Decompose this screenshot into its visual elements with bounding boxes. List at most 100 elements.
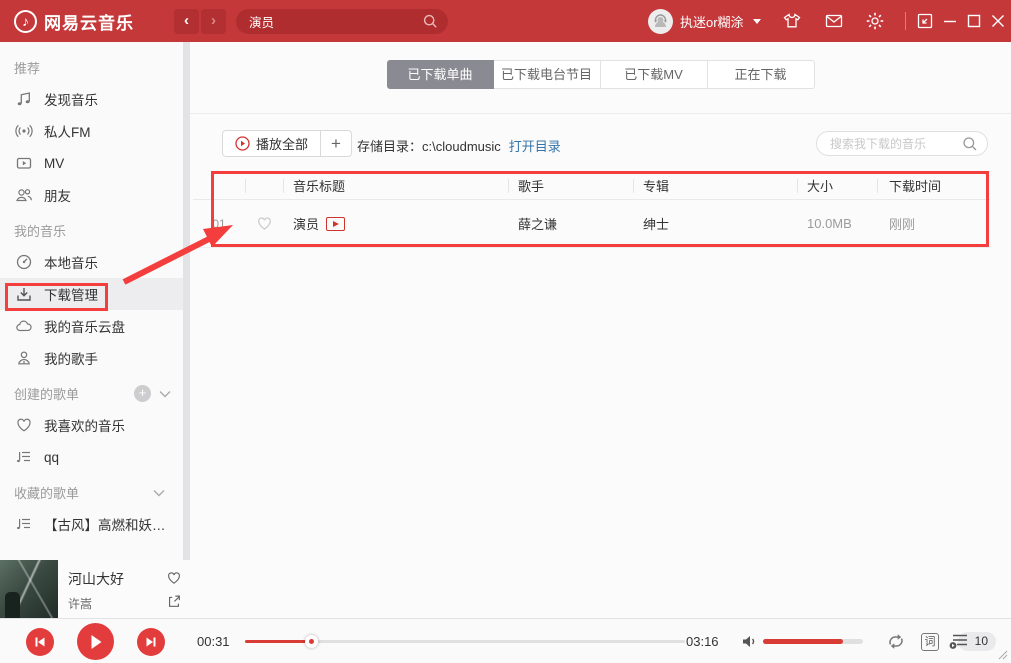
mail-icon[interactable]: [824, 11, 844, 31]
share-icon[interactable]: [166, 593, 182, 609]
play-all-label: 播放全部: [256, 134, 308, 153]
tab-downloaded-mv[interactable]: 已下载MV: [601, 60, 708, 89]
app-logo[interactable]: ♪ 网易云音乐: [14, 9, 174, 34]
section-label: 推荐: [14, 58, 40, 77]
titlebar-divider: [905, 12, 906, 30]
logo-icon: ♪: [14, 10, 37, 33]
tab-downloaded-radio[interactable]: 已下载电台节目: [494, 60, 601, 89]
sidebar-item-label: 我的歌手: [44, 348, 98, 368]
sidebar-item-label: 我喜欢的音乐: [44, 415, 125, 435]
sidebar-item-discover[interactable]: 发现音乐: [0, 83, 183, 115]
chevron-down-icon[interactable]: [153, 489, 165, 497]
add-playlist-icon[interactable]: +: [134, 385, 151, 402]
titlebar: ♪ 网易云音乐 ‹ › 执迷or糊涂: [0, 0, 1011, 42]
now-playing-panel[interactable]: 河山大好 许嵩: [0, 560, 190, 618]
download-time: 刚刚: [877, 214, 990, 233]
storage-label: 存储目录：: [357, 139, 422, 154]
sidebar-item-liked-music[interactable]: 我喜欢的音乐: [0, 409, 183, 441]
sidebar-section-collected-playlists: 收藏的歌单: [0, 473, 183, 508]
theme-icon[interactable]: [782, 11, 802, 31]
volume-icon[interactable]: [740, 632, 759, 651]
download-search[interactable]: [816, 131, 988, 156]
song-artist[interactable]: 薛之谦: [508, 214, 633, 233]
like-icon[interactable]: [256, 215, 273, 232]
close-icon[interactable]: [989, 12, 1007, 30]
play-all-group: 播放全部 +: [222, 130, 352, 157]
volume-bar[interactable]: [763, 639, 863, 644]
sidebar-item-mv[interactable]: MV: [0, 147, 183, 179]
heart-icon: [15, 416, 33, 434]
storage-path: c:\cloudmusic: [422, 139, 501, 154]
forward-button[interactable]: ›: [201, 9, 226, 34]
tab-downloaded-songs[interactable]: 已下载单曲: [387, 60, 494, 89]
sidebar-item-label: 私人FM: [44, 121, 91, 141]
section-label: 我的音乐: [14, 221, 66, 240]
header-time: 下载时间: [877, 176, 990, 195]
chevron-down-icon[interactable]: [159, 390, 171, 398]
sidebar-scrollbar[interactable]: [183, 42, 190, 560]
now-playing-title[interactable]: 河山大好: [68, 569, 158, 589]
song-title[interactable]: 演员: [293, 214, 319, 233]
sidebar-item-label: 本地音乐: [44, 252, 98, 272]
lyrics-button[interactable]: 词: [921, 633, 939, 651]
sidebar-item-cloud-disk[interactable]: 我的音乐云盘: [0, 310, 183, 342]
progress-knob[interactable]: [305, 635, 318, 648]
sidebar-item-download-manager[interactable]: 下载管理: [0, 278, 183, 310]
minimize-icon[interactable]: [941, 12, 959, 30]
song-album[interactable]: 绅士: [633, 214, 797, 233]
sidebar-item-my-singers[interactable]: 我的歌手: [0, 342, 183, 374]
mv-badge-icon[interactable]: [326, 217, 345, 231]
song-size: 10.0MB: [797, 216, 877, 231]
loop-icon[interactable]: [885, 632, 907, 651]
playlist-icon: [15, 515, 33, 533]
sidebar-item-playlist-gufeng[interactable]: 【古风】高燃和妖气满满...: [0, 508, 183, 540]
next-button[interactable]: [137, 628, 165, 656]
like-icon[interactable]: [166, 570, 182, 586]
sidebar-item-friends[interactable]: 朋友: [0, 179, 183, 211]
playlist-icon: [15, 448, 33, 466]
resize-grip[interactable]: [998, 650, 1008, 660]
sidebar-item-local-music[interactable]: 本地音乐: [0, 246, 183, 278]
tab-downloading[interactable]: 正在下载: [708, 60, 815, 89]
album-art[interactable]: [0, 560, 58, 618]
cloud-icon: [15, 317, 33, 335]
downloads-table: 音乐标题 歌手 专辑 大小 下载时间 01 演员 薛之谦 绅士 10.0MB 刚…: [193, 172, 990, 248]
global-search-input[interactable]: [249, 9, 414, 34]
settings-icon[interactable]: [865, 11, 885, 31]
toolbar: 播放全部 + 存储目录：c:\cloudmusic 打开目录: [190, 130, 1011, 160]
back-button[interactable]: ‹: [174, 9, 199, 34]
play-all-icon: [235, 136, 250, 151]
download-icon: [15, 285, 33, 303]
music-note-icon: [15, 90, 33, 108]
caret-down-icon: [753, 19, 761, 24]
queue-icon[interactable]: [948, 631, 970, 651]
sidebar-item-personal-fm[interactable]: 私人FM: [0, 115, 183, 147]
sidebar-item-label: 我的音乐云盘: [44, 316, 125, 336]
add-to-playlist-button[interactable]: +: [321, 131, 351, 156]
maximize-icon[interactable]: [965, 12, 983, 30]
mini-mode-icon[interactable]: [916, 12, 934, 30]
app-title: 网易云音乐: [44, 9, 134, 34]
storage-dir: 存储目录：c:\cloudmusic 打开目录: [357, 136, 561, 155]
sidebar-item-label: 发现音乐: [44, 89, 98, 109]
open-dir-link[interactable]: 打开目录: [509, 139, 561, 154]
download-search-input[interactable]: [830, 132, 955, 155]
progress-bar[interactable]: [245, 640, 685, 643]
previous-button[interactable]: [26, 628, 54, 656]
header-album: 专辑: [633, 176, 797, 195]
netease-music-window: ♪ 网易云音乐 ‹ › 执迷or糊涂 推荐 发现音乐: [0, 0, 1011, 663]
sidebar-item-label: qq: [44, 450, 59, 465]
now-playing-artist[interactable]: 许嵩: [68, 595, 158, 612]
avatar[interactable]: [648, 9, 673, 34]
play-icon: [89, 634, 103, 650]
play-all-button[interactable]: 播放全部: [223, 131, 321, 156]
user-menu[interactable]: 执迷or糊涂: [648, 9, 761, 34]
table-row[interactable]: 01 演员 薛之谦 绅士 10.0MB 刚刚: [193, 200, 990, 248]
play-button[interactable]: [77, 623, 114, 660]
sidebar-item-playlist-qq[interactable]: qq: [0, 441, 183, 473]
download-tabs-strip: 已下载单曲 已下载电台节目 已下载MV 正在下载: [190, 42, 1011, 114]
search-icon: [962, 136, 978, 152]
sidebar-section-recommend: 推荐: [0, 48, 183, 83]
global-search[interactable]: [236, 9, 448, 34]
mv-icon: [15, 154, 33, 172]
